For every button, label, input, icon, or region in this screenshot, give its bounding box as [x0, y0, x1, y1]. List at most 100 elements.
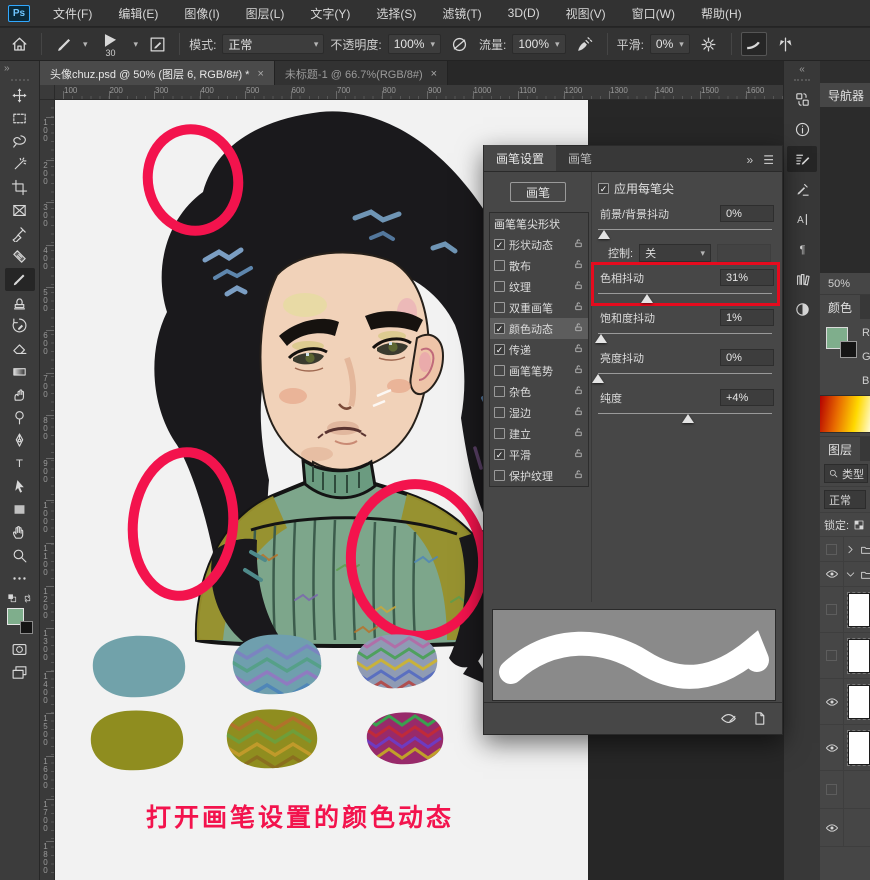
- layer-row-3[interactable]: [820, 633, 870, 679]
- brush-option-3[interactable]: 纹理: [490, 276, 588, 297]
- tab-brush-settings[interactable]: 画笔设置: [484, 145, 556, 171]
- drag-handle[interactable]: [794, 79, 810, 81]
- brush-option-12[interactable]: 保护纹理: [490, 465, 588, 486]
- adjustments-panel-icon[interactable]: [787, 296, 817, 322]
- pressure-size-icon[interactable]: [741, 32, 767, 56]
- layer-row-6[interactable]: [820, 771, 870, 809]
- slider-thumb[interactable]: [592, 374, 604, 383]
- slider-track[interactable]: [598, 410, 772, 422]
- tab-layers[interactable]: 图层: [820, 437, 860, 461]
- slider-thumb[interactable]: [641, 294, 653, 303]
- horizontal-ruler[interactable]: 1002003004005006007008009001000110012001…: [55, 85, 783, 100]
- lock-open-icon[interactable]: [573, 280, 584, 294]
- slider-value[interactable]: +4%: [720, 389, 774, 406]
- fg-bg-jitter-value[interactable]: 0%: [720, 205, 774, 222]
- document-tab-0[interactable]: 头像chuz.psd @ 50% (图层 6, RGB/8#) *×: [40, 61, 275, 86]
- layer-thumbnail[interactable]: [848, 593, 870, 627]
- tool-rectangle-icon[interactable]: [5, 498, 35, 521]
- slider-value[interactable]: 0%: [720, 349, 774, 366]
- history-panel-icon[interactable]: [787, 86, 817, 112]
- layer-row-0[interactable]: [820, 537, 870, 562]
- slider-value[interactable]: 31%: [720, 269, 774, 286]
- tab-navigator[interactable]: 导航器: [820, 83, 870, 107]
- tool-eraser-icon[interactable]: [5, 337, 35, 360]
- layer-thumbnail[interactable]: [848, 685, 870, 719]
- chevron-right-icon[interactable]: [844, 543, 870, 556]
- tool-frame-icon[interactable]: [5, 199, 35, 222]
- live-tip-preview-icon[interactable]: [720, 710, 737, 727]
- brush-option-7[interactable]: 画笔笔势: [490, 360, 588, 381]
- symmetry-icon[interactable]: [773, 32, 799, 56]
- gear-icon[interactable]: [696, 32, 722, 56]
- slider-track[interactable]: [598, 290, 772, 302]
- lock-open-icon[interactable]: [573, 322, 584, 336]
- layer-thumbnail[interactable]: [848, 639, 870, 673]
- eye-toggle-empty[interactable]: [820, 771, 844, 808]
- swap-colors-icon[interactable]: [7, 592, 33, 604]
- tool-history-brush-icon[interactable]: [5, 314, 35, 337]
- brush-option-9[interactable]: 湿边: [490, 402, 588, 423]
- lock-transparency-icon[interactable]: [853, 519, 865, 531]
- brush-option-10[interactable]: 建立: [490, 423, 588, 444]
- document-tab-1[interactable]: 未标题-1 @ 66.7%(RGB/8#)×: [275, 61, 448, 86]
- layer-row-1[interactable]: [820, 562, 870, 587]
- layer-row-4[interactable]: [820, 679, 870, 725]
- navigator-zoom-value[interactable]: 50%: [820, 273, 870, 295]
- tab-close-icon[interactable]: ×: [431, 68, 437, 80]
- dock-collapse-icon[interactable]: «: [784, 61, 820, 76]
- chevron-down-icon[interactable]: ▾: [83, 39, 88, 50]
- apply-per-tip-checkbox[interactable]: ✓: [598, 183, 609, 194]
- tool-zoom-icon[interactable]: [5, 544, 35, 567]
- menu-item-9[interactable]: 窗口(W): [619, 0, 688, 26]
- tool-lasso-icon[interactable]: [5, 130, 35, 153]
- flow-dropdown[interactable]: 100%▾: [512, 34, 565, 54]
- layer-thumbnail[interactable]: [848, 731, 870, 765]
- new-brush-icon[interactable]: [751, 710, 768, 727]
- slider-thumb[interactable]: [598, 230, 610, 239]
- tab-color[interactable]: 颜色: [820, 295, 860, 319]
- option-checkbox[interactable]: ✓: [494, 323, 505, 334]
- brush-tool-preset-icon[interactable]: [51, 32, 77, 56]
- eye-icon[interactable]: [820, 809, 844, 846]
- slider-value[interactable]: 1%: [720, 309, 774, 326]
- option-checkbox[interactable]: [494, 281, 505, 292]
- eye-icon[interactable]: [820, 725, 844, 770]
- lock-open-icon[interactable]: [573, 343, 584, 357]
- lock-open-icon[interactable]: [573, 364, 584, 378]
- tab-brushes[interactable]: 画笔: [556, 145, 604, 171]
- character-panel-icon[interactable]: A: [787, 206, 817, 232]
- app-logo-icon[interactable]: Ps: [8, 5, 30, 22]
- quick-mask-icon[interactable]: [5, 638, 35, 661]
- fg-bg-jitter-slider[interactable]: [598, 226, 772, 238]
- tool-pen-icon[interactable]: [5, 429, 35, 452]
- option-checkbox[interactable]: ✓: [494, 344, 505, 355]
- tool-dodge-icon[interactable]: [5, 406, 35, 429]
- menu-item-1[interactable]: 编辑(E): [105, 0, 171, 26]
- mode-dropdown[interactable]: 正常▾: [222, 34, 324, 54]
- blend-mode-dropdown[interactable]: 正常: [824, 490, 866, 509]
- option-checkbox[interactable]: [494, 302, 505, 313]
- lock-open-icon[interactable]: [573, 259, 584, 273]
- tool-smudge-icon[interactable]: [5, 383, 35, 406]
- brush-option-4[interactable]: 双重画笔: [490, 297, 588, 318]
- chevron-down-icon[interactable]: ▾: [134, 39, 139, 50]
- tool-eyedropper-icon[interactable]: [5, 222, 35, 245]
- toggle-brush-panel-icon[interactable]: [144, 32, 170, 56]
- brush-option-5[interactable]: ✓颜色动态: [490, 318, 588, 339]
- brush-option-2[interactable]: 散布: [490, 255, 588, 276]
- tool-crop-icon[interactable]: [5, 176, 35, 199]
- eye-toggle-empty[interactable]: [820, 587, 844, 632]
- paragraph-panel-icon[interactable]: ¶: [787, 236, 817, 262]
- slider-thumb[interactable]: [595, 334, 607, 343]
- layer-row-5[interactable]: [820, 725, 870, 771]
- option-checkbox[interactable]: [494, 407, 505, 418]
- libraries-panel-icon[interactable]: [787, 266, 817, 292]
- tool-marquee-icon[interactable]: [5, 107, 35, 130]
- lock-open-icon[interactable]: [573, 448, 584, 462]
- opacity-dropdown[interactable]: 100%▾: [388, 34, 441, 54]
- menu-item-0[interactable]: 文件(F): [40, 0, 105, 26]
- tool-clone-stamp-icon[interactable]: [5, 291, 35, 314]
- layer-row-7[interactable]: [820, 809, 870, 847]
- lock-open-icon[interactable]: [573, 238, 584, 252]
- layer-filter-dropdown[interactable]: 类型: [824, 464, 868, 483]
